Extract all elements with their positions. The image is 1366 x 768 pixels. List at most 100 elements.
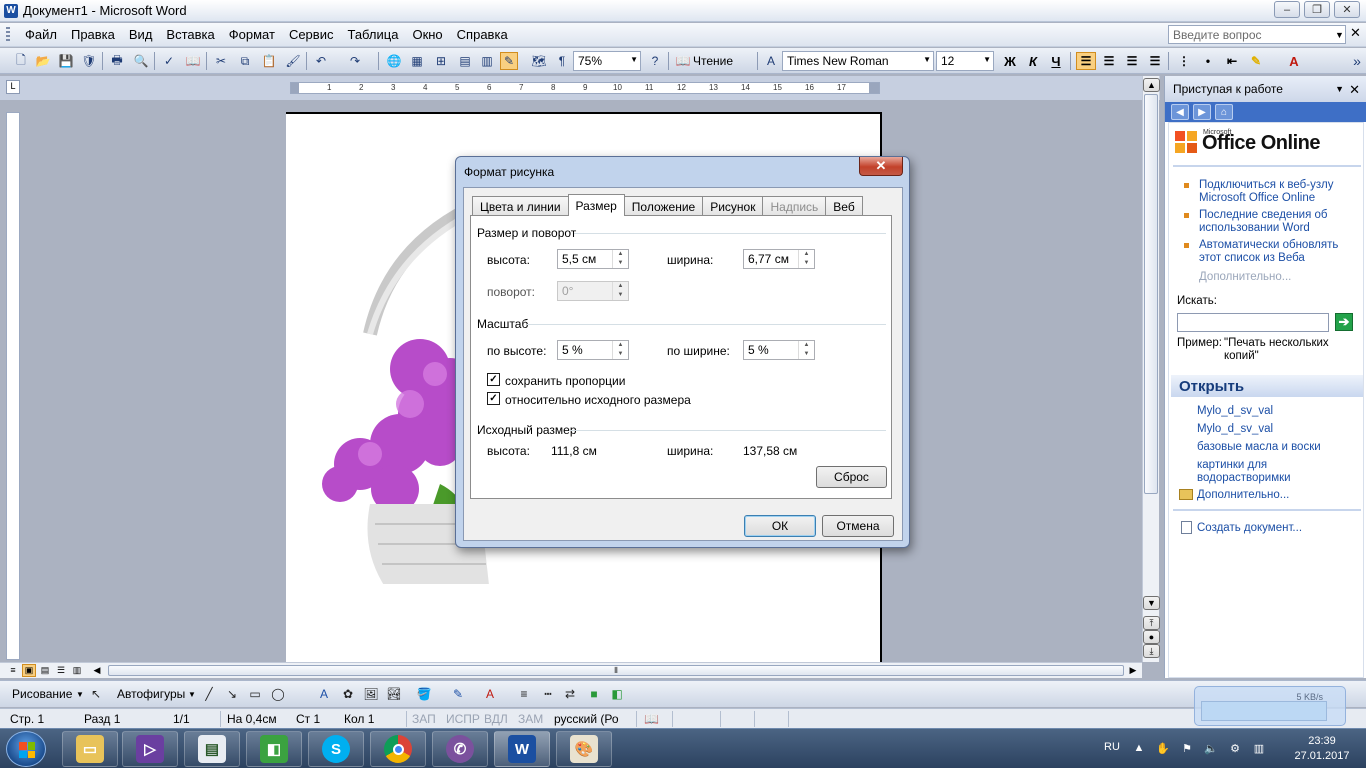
network-tray-icon[interactable]: ▥ [1252, 742, 1266, 756]
menu-format[interactable]: Формат [222, 27, 282, 42]
autoshapes-dropdown-icon[interactable]: ▼ [188, 690, 196, 699]
relative-size-checkbox[interactable]: ✓ [487, 392, 500, 405]
open-icon[interactable]: 📂 [34, 52, 52, 70]
network-gadget[interactable]: 5 KB/s [1194, 686, 1346, 726]
format-painter-icon[interactable]: 🖌 [284, 52, 302, 70]
taskbar-window[interactable]: ▤ [184, 731, 240, 767]
create-document-link[interactable]: Создать документ... [1197, 522, 1347, 535]
horizontal-scrollbar[interactable]: ≡ ▣ ▤ ☰ ▥ ◀ ⦀ ▶ [0, 662, 1142, 678]
scale-height-spinner[interactable]: 5 % ▲ ▼ [557, 340, 629, 360]
tab-selector-icon[interactable]: L [6, 80, 20, 94]
insert-table-icon[interactable]: ⊞ [432, 52, 450, 70]
taskbar-paint[interactable]: 🎨 [556, 731, 612, 767]
keyboard-language[interactable]: RU [1104, 741, 1120, 753]
menu-help[interactable]: Справка [450, 27, 515, 42]
scroll-down-icon[interactable]: ▼ [1143, 596, 1160, 610]
align-center-button[interactable]: ☰ [1099, 52, 1119, 70]
next-page-icon[interactable]: ⤓ [1143, 644, 1160, 658]
keep-ratio-checkbox[interactable]: ✓ [487, 373, 500, 386]
shadow-icon[interactable]: ■ [586, 686, 602, 702]
ask-dropdown-arrow[interactable]: ▼ [1333, 25, 1346, 44]
line-style-icon[interactable]: ≡ [516, 686, 532, 702]
align-right-button[interactable]: ☰ [1122, 52, 1142, 70]
tab-size[interactable]: Размер [567, 194, 625, 216]
undo-icon[interactable]: ↶ [312, 52, 330, 70]
save-icon[interactable]: 💾 [57, 52, 75, 70]
horizontal-scroll-thumb[interactable]: ⦀ [108, 665, 1124, 676]
italic-button[interactable]: К [1023, 52, 1043, 70]
back-icon[interactable]: ◀ [1171, 104, 1189, 120]
vertical-scroll-thumb[interactable] [1144, 94, 1158, 494]
status-record[interactable]: ЗАП [412, 712, 436, 726]
recent-file-1[interactable]: Mylo_d_sv_val [1197, 405, 1347, 418]
read-mode-label[interactable]: Чтение [693, 54, 733, 68]
taskbar-explorer[interactable]: ▭ [62, 731, 118, 767]
vertical-scrollbar[interactable]: ▲ ▼ ⤒ ● ⤓ [1142, 76, 1160, 662]
start-button[interactable] [6, 731, 46, 767]
autoshapes-menu[interactable]: Автофигуры [117, 687, 185, 701]
status-overtype[interactable]: ЗАМ [518, 712, 543, 726]
menu-window[interactable]: Окно [405, 27, 449, 42]
action-center-flag-icon[interactable]: ⚑ [1180, 742, 1194, 756]
menu-file[interactable]: Файл [18, 27, 64, 42]
reading-view-icon[interactable]: ▥ [70, 664, 84, 677]
cancel-button[interactable]: Отмена [822, 515, 894, 537]
copy-icon[interactable]: ⧉ [236, 52, 254, 70]
search-go-button[interactable]: ➔ [1335, 313, 1353, 331]
clock[interactable]: 23:39 27.01.2017 [1282, 734, 1362, 764]
drawing-menu[interactable]: Рисование [12, 687, 72, 701]
task-pane-search-input[interactable] [1177, 313, 1329, 332]
relative-size-label[interactable]: относительно исходного размера [505, 393, 691, 407]
tab-colors-lines[interactable]: Цвета и линии [472, 196, 569, 216]
drawing-dropdown-icon[interactable]: ▼ [76, 690, 84, 699]
align-left-button[interactable]: ☰ [1076, 52, 1096, 70]
menu-grip[interactable] [6, 26, 10, 43]
select-objects-icon[interactable]: ↖ [88, 686, 104, 702]
clipart-icon[interactable]: 🖼 [363, 686, 379, 702]
scroll-up-icon[interactable]: ▲ [1143, 78, 1160, 92]
menu-table[interactable]: Таблица [340, 27, 405, 42]
arrow-icon[interactable]: ↘ [224, 686, 240, 702]
font-select[interactable]: Times New Roman ▼ [782, 51, 934, 71]
print-icon[interactable]: 🖶 [108, 52, 126, 70]
open-more-link[interactable]: Дополнительно... [1197, 489, 1347, 502]
normal-view-icon[interactable]: ≡ [6, 664, 20, 677]
picture-icon[interactable]: 🏞 [386, 686, 402, 702]
insert-excel-icon[interactable]: ▤ [456, 52, 474, 70]
taskbar-viber[interactable]: ✆ [432, 731, 488, 767]
web-view-icon[interactable]: ▣ [22, 664, 36, 677]
office-online-logo[interactable]: Microsoft Office Online [1175, 129, 1320, 155]
bold-button[interactable]: Ж [1000, 52, 1020, 70]
zoom-select[interactable]: 75% ▼ [573, 51, 641, 71]
paste-icon[interactable]: 📋 [260, 52, 278, 70]
research-icon[interactable]: 📖 [184, 52, 202, 70]
recent-file-3[interactable]: базовые масла и воски [1197, 441, 1347, 454]
scroll-left-icon[interactable]: ◀ [90, 664, 104, 677]
task-pane-title[interactable]: Приступая к работе [1173, 82, 1283, 96]
permission-icon[interactable]: 🛡 [80, 52, 98, 70]
spelling-status-icon[interactable]: 📖 [644, 712, 659, 726]
font-size-select[interactable]: 12 ▼ [936, 51, 994, 71]
menu-edit[interactable]: Правка [64, 27, 122, 42]
close-window-button[interactable]: ✕ [1334, 1, 1360, 18]
menu-tools[interactable]: Сервис [282, 27, 341, 42]
spelling-icon[interactable]: ✓ [160, 52, 178, 70]
outline-view-icon[interactable]: ☰ [54, 664, 68, 677]
recent-file-2[interactable]: Mylo_d_sv_val [1197, 423, 1347, 436]
oval-icon[interactable]: ◯ [270, 686, 286, 702]
cut-icon[interactable]: ✂ [212, 52, 230, 70]
tab-web[interactable]: Веб [825, 196, 863, 216]
width-spinner[interactable]: 6,77 см ▲ ▼ [743, 249, 815, 269]
line-color-icon[interactable]: ✎ [450, 686, 466, 702]
redo-icon[interactable]: ↷ [346, 52, 364, 70]
drawing-font-color-icon[interactable]: A [482, 686, 498, 702]
status-track[interactable]: ИСПР [446, 712, 480, 726]
taskbar-chrome[interactable] [370, 731, 426, 767]
forward-icon[interactable]: ▶ [1193, 104, 1211, 120]
taskbar-maps[interactable]: ◧ [246, 731, 302, 767]
taskbar-word[interactable]: W [494, 731, 550, 767]
read-mode-icon[interactable]: 📖 [674, 52, 692, 70]
keep-ratio-label[interactable]: сохранить пропорции [505, 374, 625, 388]
drawing-toggle-icon[interactable]: ✎ [500, 52, 518, 70]
browse-object-icon[interactable]: ● [1143, 630, 1160, 644]
